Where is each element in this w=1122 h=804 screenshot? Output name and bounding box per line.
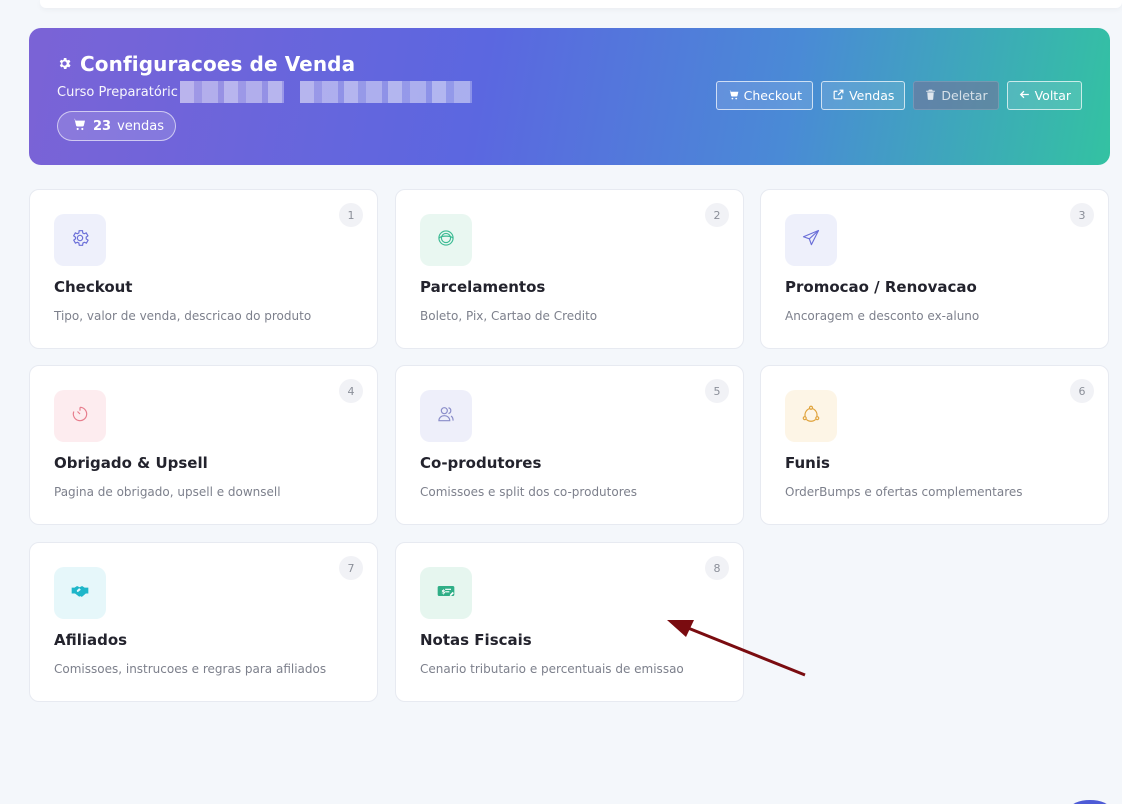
card-funis[interactable]: 6 Funis OrderBumps e ofertas complementa… <box>760 365 1109 525</box>
page-title-text: Configuracoes de Venda <box>80 52 356 76</box>
checkout-button[interactable]: Checkout <box>715 81 814 110</box>
card-title: Funis <box>785 454 830 472</box>
cart-icon <box>727 88 740 104</box>
card-number: 2 <box>705 203 729 227</box>
sales-count: 23 <box>93 118 112 134</box>
card-title: Checkout <box>54 278 133 296</box>
header-actions: Checkout Vendas Deletar Voltar <box>715 81 1082 110</box>
card-co-produtores[interactable]: 5 Co-produtores Comissoes e split dos co… <box>395 365 744 525</box>
handshake-icon <box>70 581 90 605</box>
card-description: Pagina de obrigado, upsell e downsell <box>54 485 281 499</box>
card-title: Notas Fiscais <box>420 631 532 649</box>
card-description: Ancoragem e desconto ex-aluno <box>785 309 980 323</box>
users-icon <box>436 404 456 428</box>
card-title: Promocao / Renovacao <box>785 278 977 296</box>
top-bar <box>40 0 1122 8</box>
card-number: 6 <box>1070 379 1094 403</box>
paper-plane-icon <box>801 228 821 252</box>
card-number: 8 <box>705 556 729 580</box>
cart-icon <box>71 116 87 136</box>
card-description: Comissoes, instrucoes e regras para afil… <box>54 662 327 676</box>
back-button-label: Voltar <box>1034 88 1071 103</box>
card-description: Cenario tributario e percentuais de emis… <box>420 662 684 676</box>
delete-button-label: Deletar <box>941 88 988 103</box>
card-title: Obrigado & Upsell <box>54 454 208 472</box>
arrow-left-icon <box>1018 88 1031 104</box>
card-number: 3 <box>1070 203 1094 227</box>
delete-button[interactable]: Deletar <box>913 81 999 110</box>
svg-text:$: $ <box>441 590 445 596</box>
back-button[interactable]: Voltar <box>1006 81 1082 110</box>
card-number: 4 <box>339 379 363 403</box>
card-parcelamentos[interactable]: 2 Parcelamentos Boleto, Pix, Cartao de C… <box>395 189 744 349</box>
funnel-nodes-icon <box>801 404 821 428</box>
sales-count-badge: 23 vendas <box>57 111 176 141</box>
sales-settings-header: Configuracoes de Venda Curso Preparatóri… <box>29 28 1110 165</box>
card-icon-box <box>54 214 106 266</box>
card-icon-box <box>785 390 837 442</box>
page-title: Configuracoes de Venda <box>57 52 355 76</box>
redacted-block <box>299 81 472 103</box>
gear-icon <box>57 52 72 76</box>
card-description: Tipo, valor de venda, descricao do produ… <box>54 309 312 323</box>
invoice-money-icon: $ <box>436 581 456 605</box>
external-link-icon <box>832 88 845 104</box>
chat-launcher-edge[interactable] <box>1070 800 1110 804</box>
card-description: Boleto, Pix, Cartao de Credito <box>420 309 598 323</box>
vendas-button[interactable]: Vendas <box>821 81 906 110</box>
sales-label: vendas <box>117 118 165 134</box>
card-icon-box <box>420 390 472 442</box>
gear-icon <box>70 228 90 252</box>
card-title: Parcelamentos <box>420 278 546 296</box>
course-name: Curso Preparatóric <box>57 81 472 103</box>
card-notas-fiscais[interactable]: 8 $ Notas Fiscais Cenario tributario e p… <box>395 542 744 702</box>
card-number: 5 <box>705 379 729 403</box>
card-promocao-renovacao[interactable]: 3 Promocao / Renovacao Ancoragem e desco… <box>760 189 1109 349</box>
card-icon-box: $ <box>420 567 472 619</box>
redacted-block <box>179 81 284 103</box>
checkout-button-label: Checkout <box>743 88 803 103</box>
card-icon-box <box>420 214 472 266</box>
course-name-text: Curso Preparatóric <box>57 84 178 100</box>
card-icon-box <box>785 214 837 266</box>
card-checkout[interactable]: 1 Checkout Tipo, valor de venda, descric… <box>29 189 378 349</box>
coin-icon <box>436 228 456 252</box>
card-afiliados[interactable]: 7 Afiliados Comissoes, instrucoes e regr… <box>29 542 378 702</box>
card-description: Comissoes e split dos co-produtores <box>420 485 638 499</box>
trash-icon <box>924 88 937 104</box>
vendas-button-label: Vendas <box>849 88 895 103</box>
card-icon-box <box>54 567 106 619</box>
card-title: Afiliados <box>54 631 128 649</box>
card-icon-box <box>54 390 106 442</box>
card-title: Co-produtores <box>420 454 542 472</box>
card-obrigado-upsell[interactable]: 4 Obrigado & Upsell Pagina de obrigado, … <box>29 365 378 525</box>
card-description: OrderBumps e ofertas complementares <box>785 485 1023 499</box>
card-number: 1 <box>339 203 363 227</box>
card-number: 7 <box>339 556 363 580</box>
timer-icon <box>70 404 90 428</box>
